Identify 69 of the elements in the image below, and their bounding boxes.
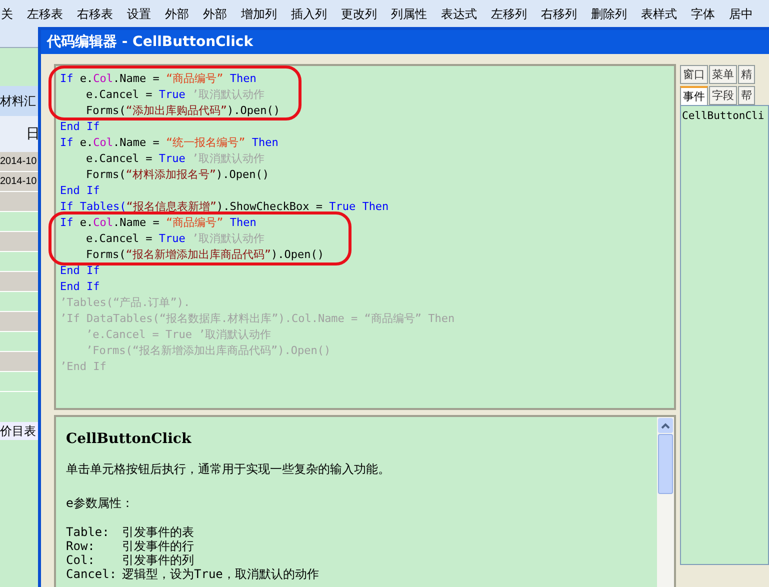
help-title: CellButtonClick [66, 430, 192, 449]
toolbar-button[interactable]: 右移表 [76, 6, 114, 22]
table-row [0, 232, 40, 252]
param-name: Col: [66, 553, 96, 567]
param-name: Cancel: [66, 567, 118, 581]
toolbar-button[interactable]: 居中 [728, 6, 754, 22]
toolbar-button[interactable]: 关 [0, 6, 14, 22]
code-line: If e.Col.Name = “商品编号” Then [60, 215, 258, 231]
code-line: ’Tables(“产品.订单”). [60, 295, 192, 311]
toolbar-button[interactable]: 更改列 [340, 6, 378, 22]
param-description: 引发事件的列 [122, 553, 194, 567]
code-line: End If [60, 263, 101, 279]
toolbar-button[interactable]: 删除列 [590, 6, 628, 22]
help-section-label: e参数属性： [66, 495, 134, 511]
sheet-tab[interactable]: 材料汇 [0, 86, 40, 116]
table-row [0, 192, 40, 212]
toolbar-button[interactable]: 外部 [164, 6, 190, 22]
param-description: 引发事件的表 [122, 525, 194, 539]
toolbar-button[interactable]: 增加列 [240, 6, 278, 22]
code-line: ’End If [60, 359, 108, 375]
toolbar-button[interactable]: 左移表 [26, 6, 64, 22]
code-line: End If [60, 119, 101, 135]
code-line: End If [60, 183, 101, 199]
code-line: e.Cancel = True ’取消默认动作 [85, 231, 266, 247]
panel-tab[interactable]: 精 [738, 65, 755, 84]
param-name: Table: [66, 525, 110, 539]
table-cell: 2014-10 [0, 172, 40, 192]
toolbar-button[interactable]: 列属性 [390, 6, 428, 22]
panel-tab[interactable]: 菜单 [709, 65, 737, 84]
code-line: If e.Col.Name = “统一报名编号” Then [60, 135, 280, 151]
toolbar-button[interactable]: 字体 [690, 6, 716, 22]
code-line: e.Cancel = True ’取消默认动作 [85, 151, 266, 167]
code-line: ’If DataTables(“报名数据库.材料出库”).Col.Name = “商品编号” Then [60, 311, 456, 327]
panel-tab[interactable]: 帮 [738, 86, 755, 105]
code-line: If e.Col.Name = “商品编号” Then [60, 71, 258, 87]
code-line: ’e.Cancel = True ’取消默认动作 [85, 327, 272, 343]
code-line: If Tables(“报名信息表新增”).ShowCheckBox = True Then [60, 199, 390, 215]
code-area[interactable] [54, 64, 676, 410]
event-item[interactable]: CellButtonCli [682, 109, 768, 125]
code-line: Forms(“添加出库购品代码”).Open() [85, 103, 281, 119]
toolbar-button[interactable]: 设置 [126, 6, 152, 22]
code-line: Forms(“报名新增添加出库商品代码”).Open() [85, 247, 325, 263]
code-line: e.Cancel = True ’取消默认动作 [85, 87, 266, 103]
toolbar-button[interactable]: 外部 [202, 6, 228, 22]
help-description: 单击单元格按钮后执行，通常用于实现一些复杂的输入功能。 [66, 461, 391, 477]
window-title: 代码编辑器 - CellButtonClick [41, 30, 769, 54]
toolbar-button[interactable]: 左移列 [490, 6, 528, 22]
toolbar-button[interactable]: 右移列 [540, 6, 578, 22]
scroll-thumb[interactable] [658, 434, 673, 494]
scrollbar[interactable] [657, 417, 674, 587]
table-cell: 2014-10 [0, 152, 40, 172]
code-line: Forms(“材料添加报名号”).Open() [85, 167, 270, 183]
toolbar-button[interactable]: 表样式 [640, 6, 678, 22]
column-header: 日 [0, 116, 40, 152]
panel-tab[interactable]: 字段 [709, 86, 737, 105]
code-line: End If [60, 279, 101, 295]
table-row [0, 312, 40, 332]
table-row [0, 272, 40, 292]
scroll-up-icon[interactable] [658, 418, 673, 433]
table-row [0, 352, 40, 372]
param-name: Row: [66, 539, 96, 553]
param-description: 逻辑型，设为True，取消默认的动作 [122, 567, 319, 581]
code-line: ’Forms(“报名新增添加出库商品代码”).Open() [85, 343, 332, 359]
panel-tab[interactable]: 事件 [680, 86, 708, 105]
panel-tab[interactable]: 窗口 [680, 65, 708, 84]
toolbar-button[interactable]: 插入列 [290, 6, 328, 22]
toolbar-button[interactable]: 表达式 [440, 6, 478, 22]
param-description: 引发事件的行 [122, 539, 194, 553]
sheet-tab[interactable]: 价目表 [0, 422, 40, 440]
